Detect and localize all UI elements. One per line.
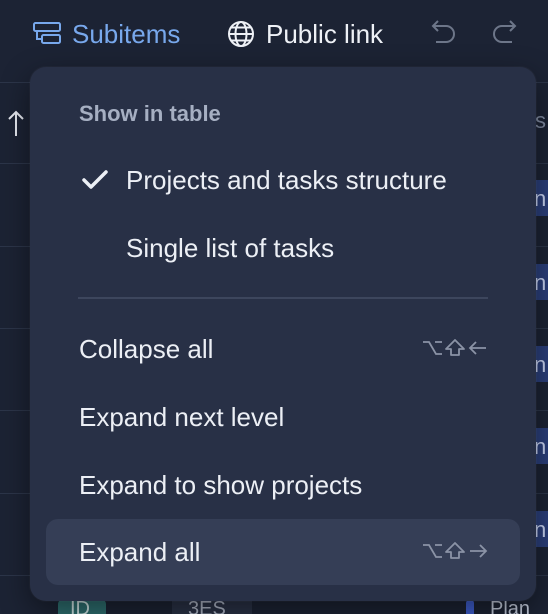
menu-item-label: Expand to show projects [79,469,363,500]
menu-item-single-list-of-tasks[interactable]: Single list of tasks [46,215,520,281]
sort-up-arrow-icon[interactable] [6,108,26,138]
row-code: 3ES [172,598,252,614]
public-link-button[interactable]: Public link [226,14,383,54]
menu-item-label: Single list of tasks [126,232,335,263]
menu-item-label: Projects and tasks structure [126,164,447,195]
subitems-button[interactable]: Subitems [32,14,180,54]
subitems-dropdown-menu: Show in table Projects and tasks structu… [30,67,536,601]
globe-icon [226,19,256,49]
status-chip[interactable]: Plan [458,598,548,614]
shortcut-option-shift-left-icon [423,339,486,356]
menu-item-expand-next-level[interactable]: Expand next level [46,384,520,450]
keyboard-shortcut [422,338,488,358]
app-window: s n n n n n ID 3ES Plan Subitems Public … [0,0,548,614]
checkmark-icon [82,170,108,189]
menu-section-header: Show in table [79,101,221,126]
id-badge: ID [58,598,106,614]
menu-item-projects-and-tasks-structure[interactable]: Projects and tasks structure [46,147,520,213]
menu-divider [78,297,488,299]
redo-icon[interactable] [490,18,522,48]
toolbar: Subitems Public link [0,0,548,68]
menu-item-expand-to-show-projects[interactable]: Expand to show projects [46,452,520,518]
menu-item-collapse-all[interactable]: Collapse all [46,316,520,382]
subitems-icon [32,21,62,47]
menu-item-label: Expand next level [79,401,285,432]
keyboard-shortcut [422,541,488,561]
menu-item-label: Collapse all [79,333,214,364]
undo-icon[interactable] [426,18,458,48]
column-header-partial: s [535,108,546,133]
subitems-label: Subitems [72,18,181,49]
menu-item-expand-all[interactable]: Expand all [46,519,520,585]
public-link-label: Public link [266,18,384,49]
menu-item-label: Expand all [79,536,201,567]
shortcut-option-shift-right-icon [423,542,488,559]
